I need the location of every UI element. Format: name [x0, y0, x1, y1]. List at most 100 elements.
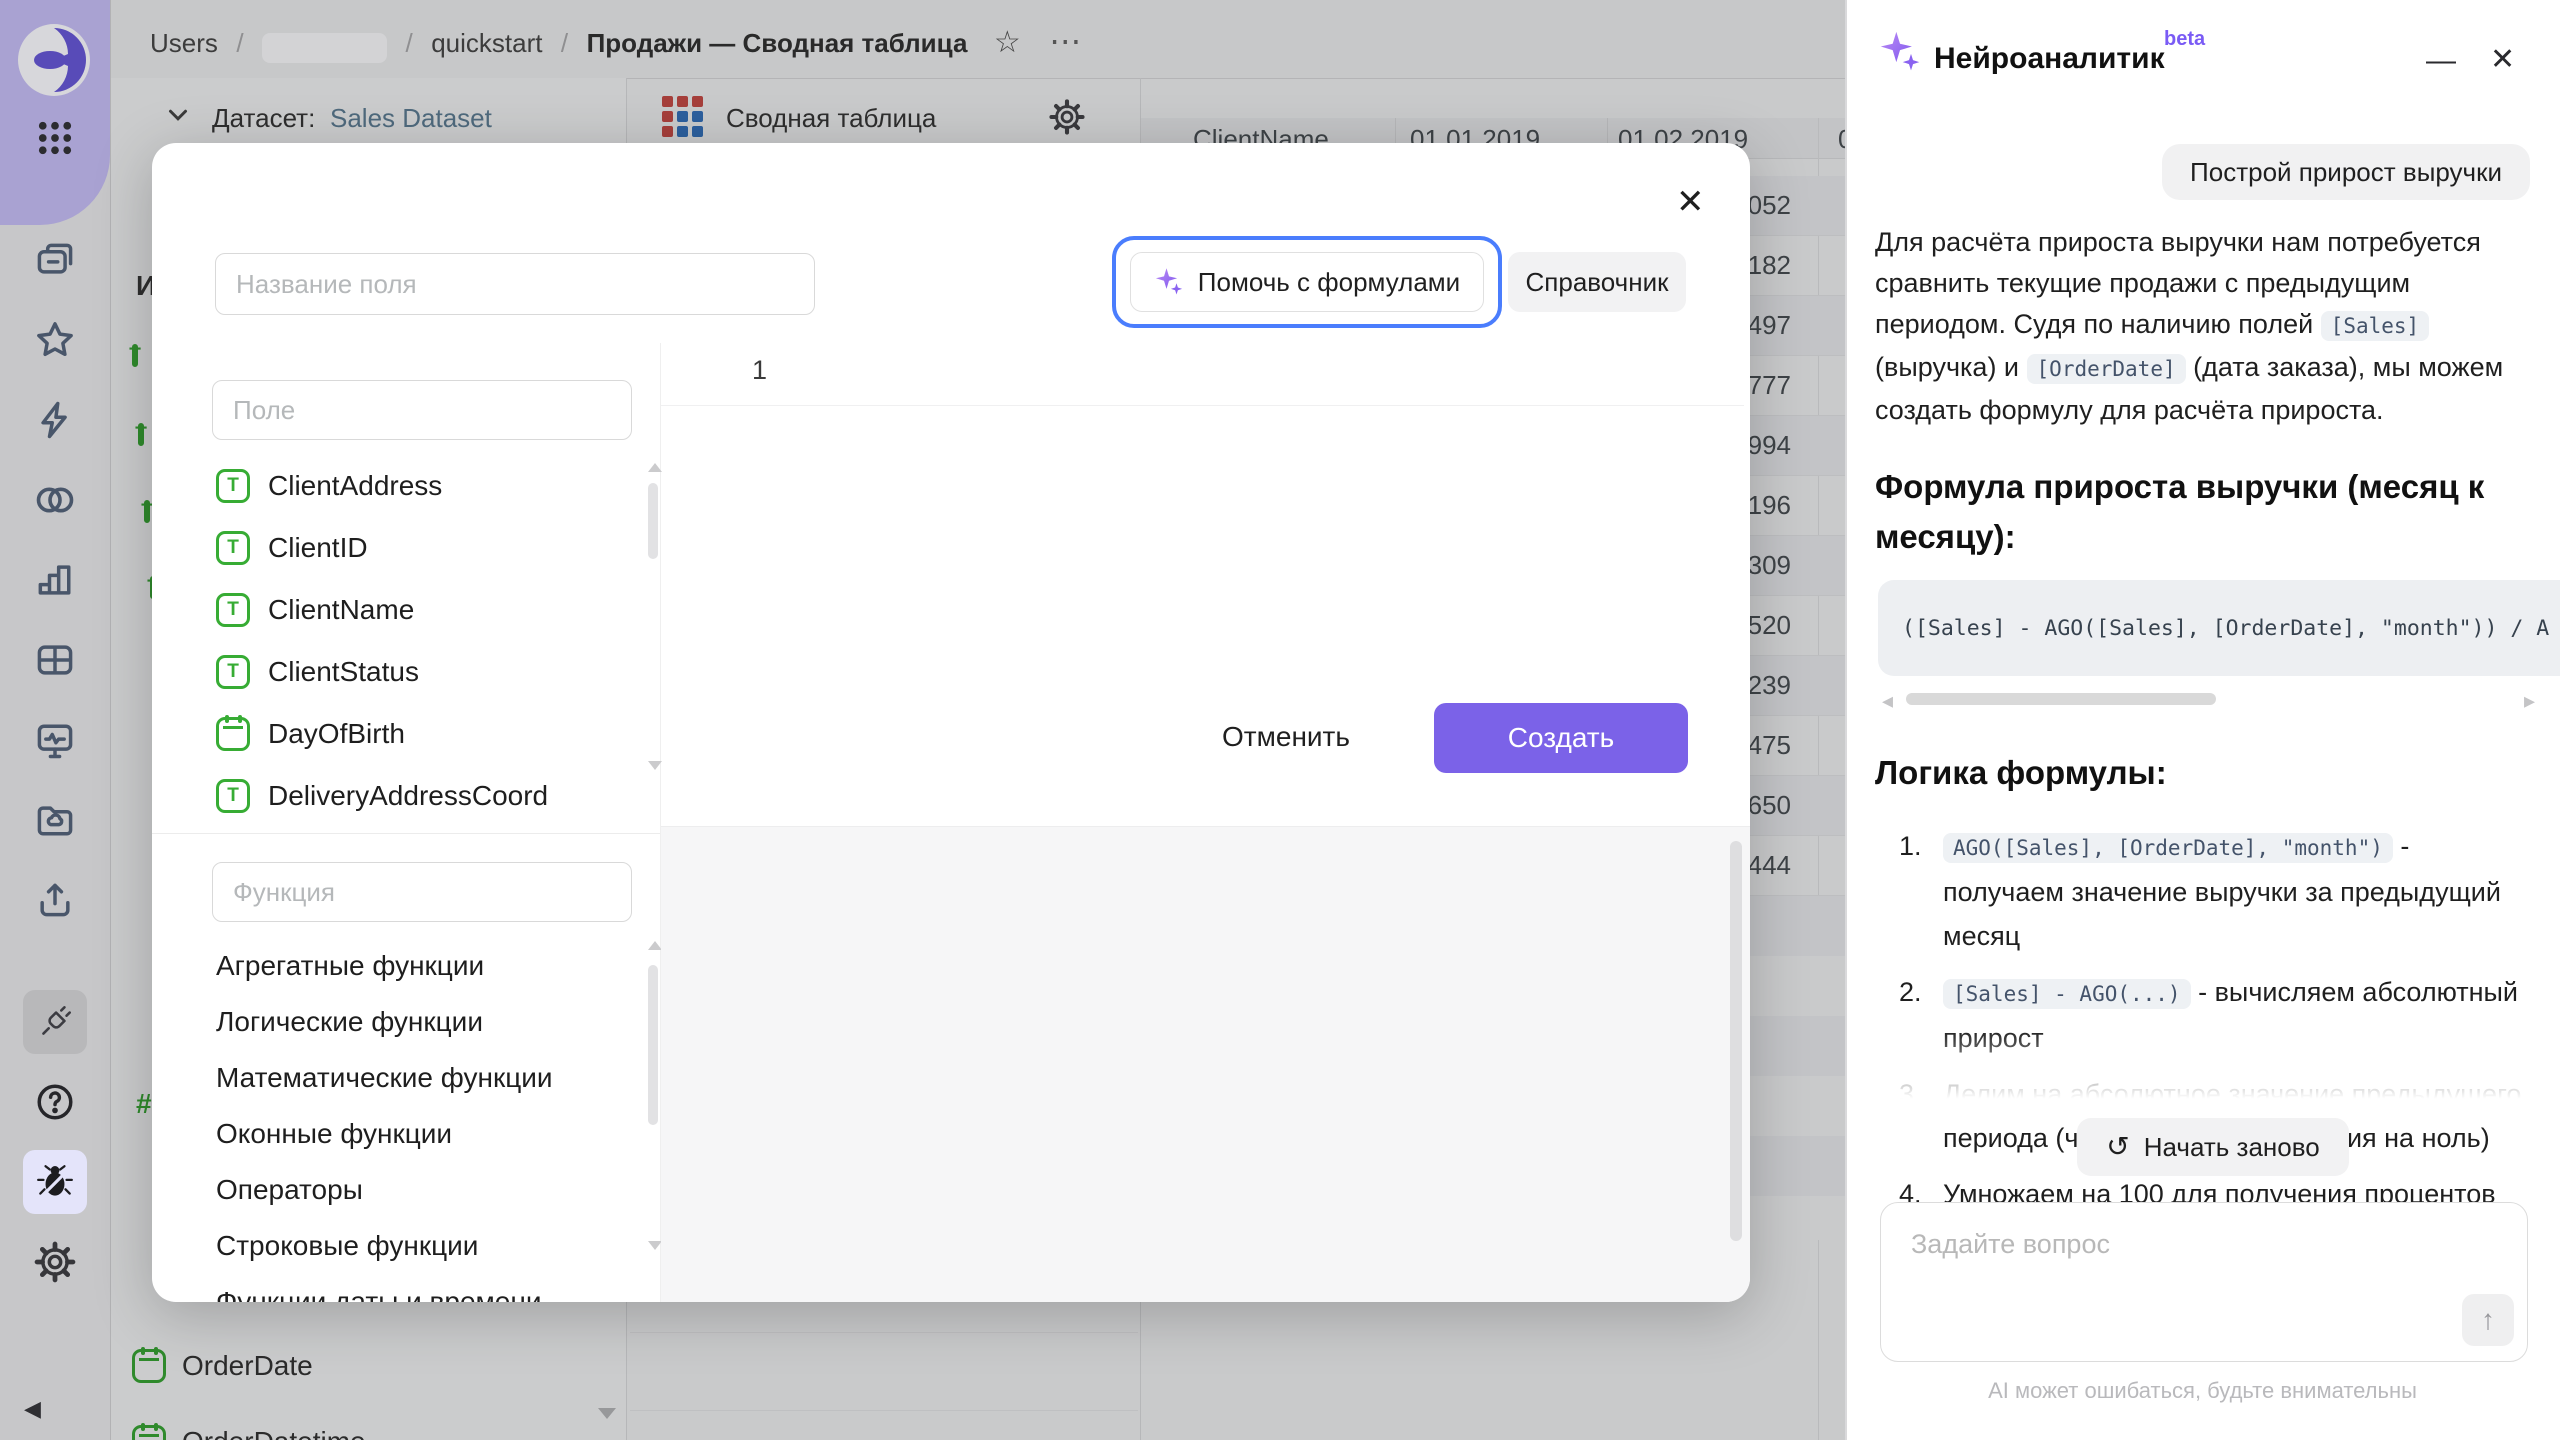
report-bug-button[interactable]	[23, 1150, 87, 1214]
field-dropdown-icon[interactable]	[598, 1408, 616, 1419]
scroll-right-icon[interactable]: ▸	[2524, 690, 2535, 712]
field-list-label: ClientStatus	[268, 656, 419, 688]
storage-folder-icon[interactable]	[0, 792, 110, 848]
function-list-item[interactable]: Операторы	[152, 1162, 652, 1218]
config-row-divider	[630, 1410, 1138, 1411]
create-label: Создать	[1508, 722, 1614, 754]
field-list-item[interactable]: DayOfBirth	[152, 703, 652, 765]
table-cell-value: 182	[1748, 250, 1791, 281]
modal-close-icon[interactable]: ✕	[1676, 185, 1705, 219]
function-list-item[interactable]: Математические функции	[152, 1050, 652, 1106]
field-list-label: DayOfBirth	[268, 718, 405, 750]
table-cell-value: 994	[1748, 430, 1791, 461]
function-list-label: Операторы	[216, 1174, 363, 1206]
breadcrumb-users[interactable]: Users	[150, 28, 218, 58]
table-cell-value: 497	[1748, 310, 1791, 341]
field-list-item[interactable]: ClientAddress	[152, 455, 652, 517]
field-label: OrderDate	[182, 1350, 313, 1382]
function-list-item[interactable]: Функции даты и времени	[152, 1274, 652, 1302]
scroll-up-icon[interactable]	[648, 463, 662, 472]
pivot-table-icon	[662, 96, 703, 137]
field-list-label: DeliveryAddressCoord	[268, 780, 548, 812]
breadcrumb-quickstart[interactable]: quickstart	[431, 28, 542, 58]
field-type-icon	[132, 1349, 166, 1383]
dataset-field-row[interactable]: OrderDatetime	[132, 1404, 366, 1440]
create-button[interactable]: Создать	[1434, 703, 1688, 773]
function-list-label: Логические функции	[216, 1006, 483, 1038]
function-list-scrollbar[interactable]	[648, 965, 658, 1125]
reference-button[interactable]: Справочник	[1508, 252, 1686, 312]
function-list-item[interactable]: Логические функции	[152, 994, 652, 1050]
field-list-item[interactable]: ClientStatus	[152, 641, 652, 703]
field-search-input[interactable]	[212, 380, 632, 440]
scroll-down-icon[interactable]	[648, 761, 662, 770]
charts-bar-icon[interactable]	[0, 552, 110, 608]
field-type-icon	[216, 593, 250, 627]
field-list-scrollbar[interactable]	[648, 483, 658, 559]
more-menu-icon[interactable]: ⋯	[1025, 23, 1081, 59]
export-upload-icon[interactable]	[0, 872, 110, 928]
field-list-item[interactable]: DeliveryAddressCoord	[152, 765, 652, 827]
doc-panel	[661, 826, 1750, 1302]
datalens-logo[interactable]	[16, 22, 92, 103]
function-list-item[interactable]: Агрегатные функции	[152, 938, 652, 994]
field-list-item[interactable]: ClientID	[152, 517, 652, 579]
field-name-input[interactable]	[215, 253, 815, 315]
scroll-left-icon[interactable]: ◂	[1882, 690, 1893, 712]
user-message: Построй прирост выручки	[2190, 157, 2502, 188]
bug-icon	[34, 1161, 76, 1203]
service-connections-plug-button[interactable]	[23, 990, 87, 1054]
plug-icon	[34, 1001, 76, 1043]
scroll-up-icon[interactable]	[648, 941, 662, 950]
logic-heading: Логика формулы:	[1875, 748, 2167, 798]
table-cell-value: 309	[1748, 550, 1791, 581]
function-list-item[interactable]: Оконные функции	[152, 1106, 652, 1162]
cancel-button[interactable]: Отменить	[1220, 706, 1352, 768]
assistant-close-icon[interactable]: ✕	[2490, 42, 2515, 77]
dashboards-monitor-icon[interactable]	[0, 712, 110, 768]
collections-folder-icon[interactable]	[0, 232, 110, 288]
page-title: Продажи — Сводная таблица	[587, 28, 968, 58]
field-type-number-icon: #	[136, 1088, 152, 1120]
content-fade	[1848, 1030, 2558, 1116]
field-settings-modal: Настройка поля ✕ Помочь с формулами Спра…	[152, 143, 1750, 1302]
dataset-field-row[interactable]: OrderDate	[132, 1328, 366, 1404]
breadcrumb-separator: /	[222, 28, 257, 58]
dataset-label: Датасет:	[212, 103, 315, 134]
favorites-star-icon[interactable]	[0, 312, 110, 368]
favorite-star-icon[interactable]: ☆	[972, 26, 1021, 59]
settings-gear-icon[interactable]	[0, 1234, 110, 1290]
field-type-icon	[216, 531, 250, 565]
function-list-item[interactable]: Строковые функции	[152, 1218, 652, 1274]
send-arrow-icon: ↑	[2481, 1304, 2495, 1336]
ai-help-label: Помочь с формулами	[1198, 267, 1460, 298]
sidebar-collapse-icon[interactable]: ◀	[24, 1396, 41, 1422]
field-list-item[interactable]: ClientName	[152, 579, 652, 641]
question-input[interactable]	[1880, 1202, 2528, 1362]
restart-label: Начать заново	[2144, 1132, 2320, 1163]
field-list: ClientAddress ClientID ClientName Client…	[152, 455, 652, 827]
editor-scrollbar[interactable]	[1730, 841, 1742, 1241]
breadcrumb-separator: /	[392, 28, 427, 58]
minimize-icon[interactable]: —	[2426, 44, 2456, 78]
scroll-down-icon[interactable]	[648, 1241, 662, 1250]
table-cell-value: 444	[1748, 850, 1791, 881]
dataset-name-link[interactable]: Sales Dataset	[330, 103, 492, 134]
code-h-scrollbar[interactable]	[1906, 693, 2216, 705]
function-search-input[interactable]	[212, 862, 632, 922]
send-button[interactable]: ↑	[2462, 1294, 2514, 1346]
dataset-collapse-icon[interactable]	[163, 100, 193, 135]
restart-button[interactable]: ↺ Начать заново	[2077, 1118, 2349, 1176]
tables-grid-icon[interactable]	[0, 632, 110, 688]
help-icon[interactable]	[0, 1074, 110, 1130]
pivot-settings-gear-icon[interactable]	[1048, 98, 1086, 141]
apps-grid-icon[interactable]	[0, 110, 110, 166]
table-cell-value: 196	[1748, 490, 1791, 521]
formula-heading: Формула прироста выручки (месяц к месяцу…	[1875, 462, 2515, 562]
connections-venn-icon[interactable]	[0, 472, 110, 528]
app-root: Users / / quickstart / Продажи — Сводная…	[0, 0, 2560, 1440]
beta-badge: beta	[2164, 28, 2205, 51]
quick-actions-lightning-icon[interactable]	[0, 392, 110, 448]
breadcrumb-blurred-item[interactable]	[262, 33, 387, 63]
ai-help-button[interactable]: Помочь с формулами	[1130, 252, 1484, 312]
